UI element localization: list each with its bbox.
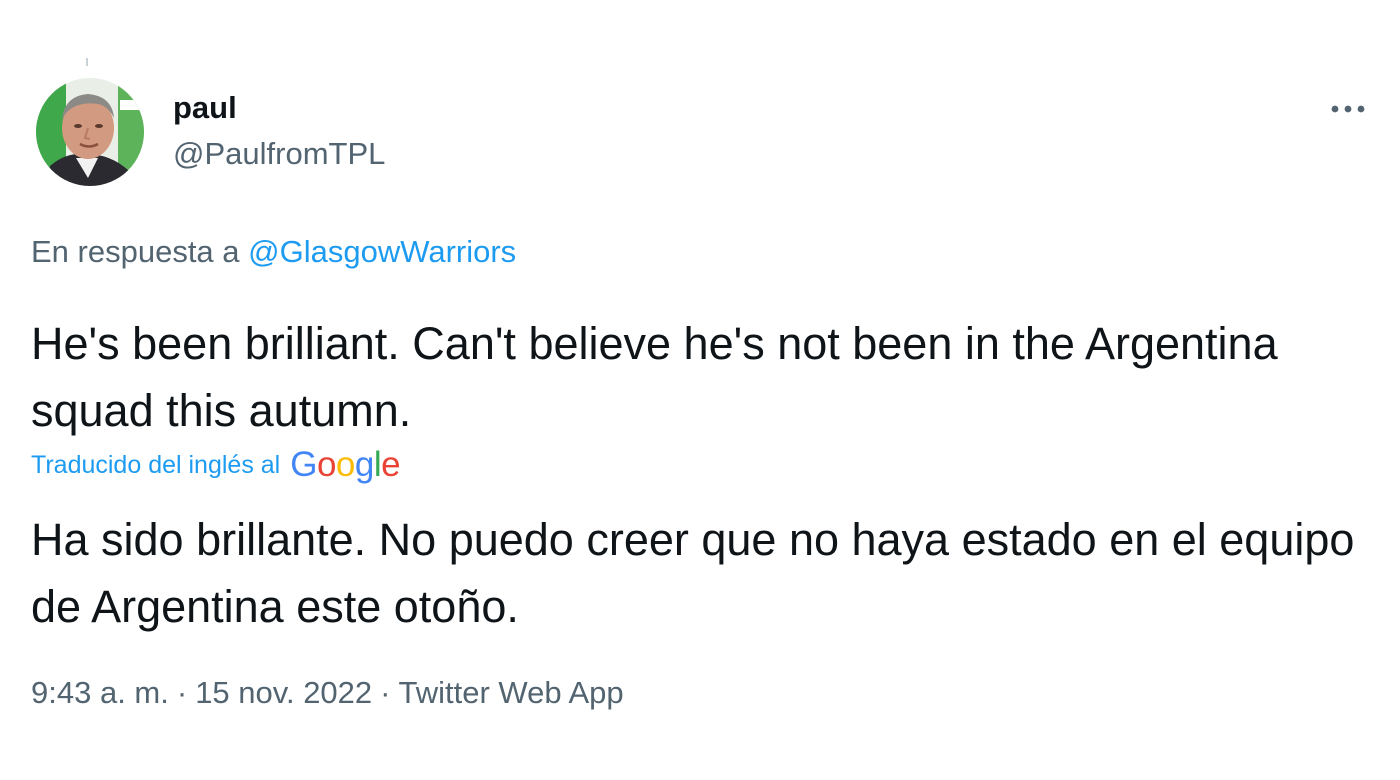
google-logo-letter: G xyxy=(290,445,317,484)
google-logo-letter: e xyxy=(381,445,401,484)
avatar-photo xyxy=(36,78,144,186)
reply-context: En respuesta a @GlasgowWarriors xyxy=(31,233,516,271)
translated-text: Ha sido brillante. No puedo creer que no… xyxy=(31,514,1355,632)
tweet-date[interactable]: 15 nov. 2022 xyxy=(195,675,372,710)
meta-separator: · xyxy=(176,675,188,710)
google-logo-letter: g xyxy=(354,445,374,484)
tweet-time[interactable]: 9:43 a. m. xyxy=(31,675,169,710)
translation-attribution[interactable]: Traducido del inglés al Google xyxy=(31,445,401,485)
reply-mention-link[interactable]: @GlasgowWarriors xyxy=(248,234,516,269)
thread-connector xyxy=(86,58,88,66)
google-logo-letter: o xyxy=(335,445,355,484)
meta-separator: · xyxy=(380,675,391,710)
author-names: paul @PaulfromTPL xyxy=(173,90,385,172)
google-logo: Google xyxy=(290,445,400,485)
reply-prefix: En respuesta a xyxy=(31,234,240,269)
tweet-metadata: 9:43 a. m. · 15 nov. 2022 · Twitter Web App xyxy=(31,673,624,713)
more-horizontal-icon xyxy=(1331,105,1365,113)
author-display-name[interactable]: paul xyxy=(173,90,385,126)
translation-label: Traducido del inglés al xyxy=(31,451,281,479)
google-logo-letter: o xyxy=(316,445,336,484)
tweet-source: Twitter Web App xyxy=(398,675,624,710)
author-avatar[interactable] xyxy=(36,78,144,186)
author-handle[interactable]: @PaulfromTPL xyxy=(173,136,385,172)
tweet-card: paul @PaulfromTPL En respuesta a @Glasgo… xyxy=(0,0,1400,780)
more-options-button[interactable] xyxy=(1322,92,1374,126)
tweet-text: He's been brilliant. Can't believe he's … xyxy=(31,318,1278,436)
